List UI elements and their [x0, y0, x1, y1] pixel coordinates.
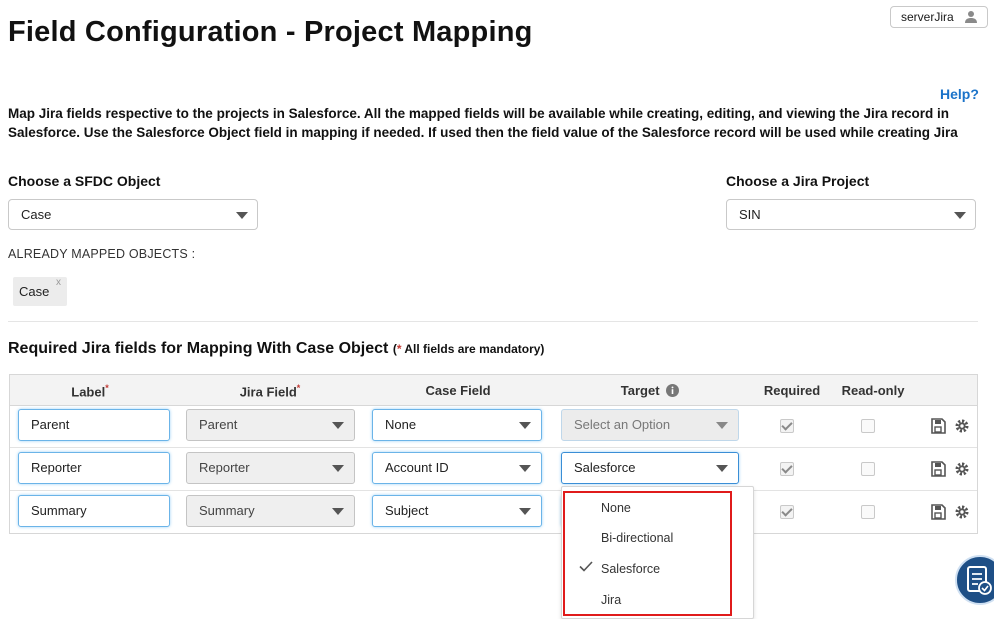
page-description: Map Jira fields respective to the projec… [8, 105, 994, 142]
jira-project-value: SIN [739, 207, 761, 222]
save-icon[interactable] [930, 461, 946, 477]
page-title: Field Configuration - Project Mapping [8, 16, 533, 48]
mapped-object-chip[interactable]: Case x [13, 277, 67, 306]
form-check-icon [967, 566, 992, 595]
target-value: Select an Option [574, 417, 671, 432]
required-checkbox[interactable] [780, 462, 794, 476]
case-field-value: Subject [385, 503, 429, 518]
jira-project-select[interactable]: SIN [726, 199, 976, 230]
label-input[interactable]: Parent [18, 409, 170, 441]
mandatory-note: (* All fields are mandatory) [392, 342, 545, 356]
highlight-box [563, 491, 732, 616]
description-line-2: Salesforce. Use the Salesforce Object fi… [8, 124, 958, 140]
chevron-down-icon [716, 422, 728, 429]
jira-project-label: Choose a Jira Project [726, 173, 870, 189]
case-field-select[interactable]: Account ID [372, 452, 542, 484]
case-field-value: None [385, 417, 417, 432]
table-header: Label* Jira Field* Case Field Target Req… [10, 375, 977, 406]
user-icon [965, 11, 977, 23]
row-divider [10, 447, 977, 448]
required-checkbox[interactable] [780, 419, 794, 433]
chevron-down-icon [519, 465, 531, 472]
required-section-heading: Required Jira fields for Mapping With Ca… [8, 340, 389, 357]
help-link[interactable]: Help? [940, 86, 979, 102]
case-field-select[interactable]: None [372, 409, 542, 441]
floating-action-button[interactable] [955, 555, 994, 605]
read-only-checkbox[interactable] [861, 505, 875, 519]
target-select-open[interactable]: Salesforce [561, 452, 739, 484]
gear-icon[interactable] [954, 461, 970, 477]
read-only-checkbox[interactable] [861, 419, 875, 433]
read-only-checkbox[interactable] [861, 462, 875, 476]
case-field-select[interactable]: Subject [372, 495, 542, 527]
user-label: serverJira [901, 10, 954, 24]
chevron-down-icon [236, 212, 248, 219]
mapping-table: Label* Jira Field* Case Field Target Req… [9, 374, 978, 534]
chevron-down-icon [954, 212, 966, 219]
description-line-1: Map Jira fields respective to the projec… [8, 106, 950, 121]
gear-icon[interactable] [954, 504, 970, 520]
target-value: Salesforce [574, 460, 636, 475]
chevron-down-icon [519, 508, 531, 515]
jira-field-select[interactable]: Parent [186, 409, 355, 441]
header-label: Label* [71, 383, 109, 400]
jira-field-value: Reporter [199, 460, 250, 475]
chip-label: Case [19, 284, 50, 299]
row-divider [10, 490, 977, 491]
chevron-down-icon [716, 465, 728, 472]
jira-field-select[interactable]: Summary [186, 495, 355, 527]
chevron-down-icon [332, 508, 344, 515]
section-divider [8, 321, 978, 322]
sfdc-object-value: Case [21, 207, 52, 222]
gear-icon[interactable] [954, 418, 970, 434]
chevron-down-icon [332, 465, 344, 472]
case-field-value: Account ID [385, 460, 449, 475]
user-menu-button[interactable]: serverJira [890, 6, 988, 28]
jira-field-select[interactable]: Reporter [186, 452, 355, 484]
jira-field-value: Parent [199, 417, 238, 432]
label-input[interactable]: Reporter [18, 452, 170, 484]
save-icon[interactable] [930, 504, 946, 520]
header-case-field: Case Field [425, 383, 491, 398]
save-icon[interactable] [930, 418, 946, 434]
chevron-down-icon [332, 422, 344, 429]
remove-chip-icon[interactable]: x [56, 268, 61, 298]
required-checkbox[interactable] [780, 505, 794, 519]
mapped-objects-label: ALREADY MAPPED OBJECTS : [8, 247, 196, 261]
required-section-title: Required Jira fields for Mapping With Ca… [8, 340, 544, 358]
header-read-only: Read-only [841, 383, 905, 398]
label-input[interactable]: Summary [18, 495, 170, 527]
header-required: Required [763, 383, 821, 398]
sfdc-object-label: Choose a SFDC Object [8, 173, 161, 189]
chevron-down-icon [519, 422, 531, 429]
jira-field-value: Summary [199, 503, 255, 518]
header-target: Target [590, 383, 710, 398]
header-jira-field: Jira Field* [239, 383, 301, 400]
info-icon[interactable] [666, 384, 680, 397]
sfdc-object-select[interactable]: Case [8, 199, 258, 230]
target-select[interactable]: Select an Option [561, 409, 739, 441]
